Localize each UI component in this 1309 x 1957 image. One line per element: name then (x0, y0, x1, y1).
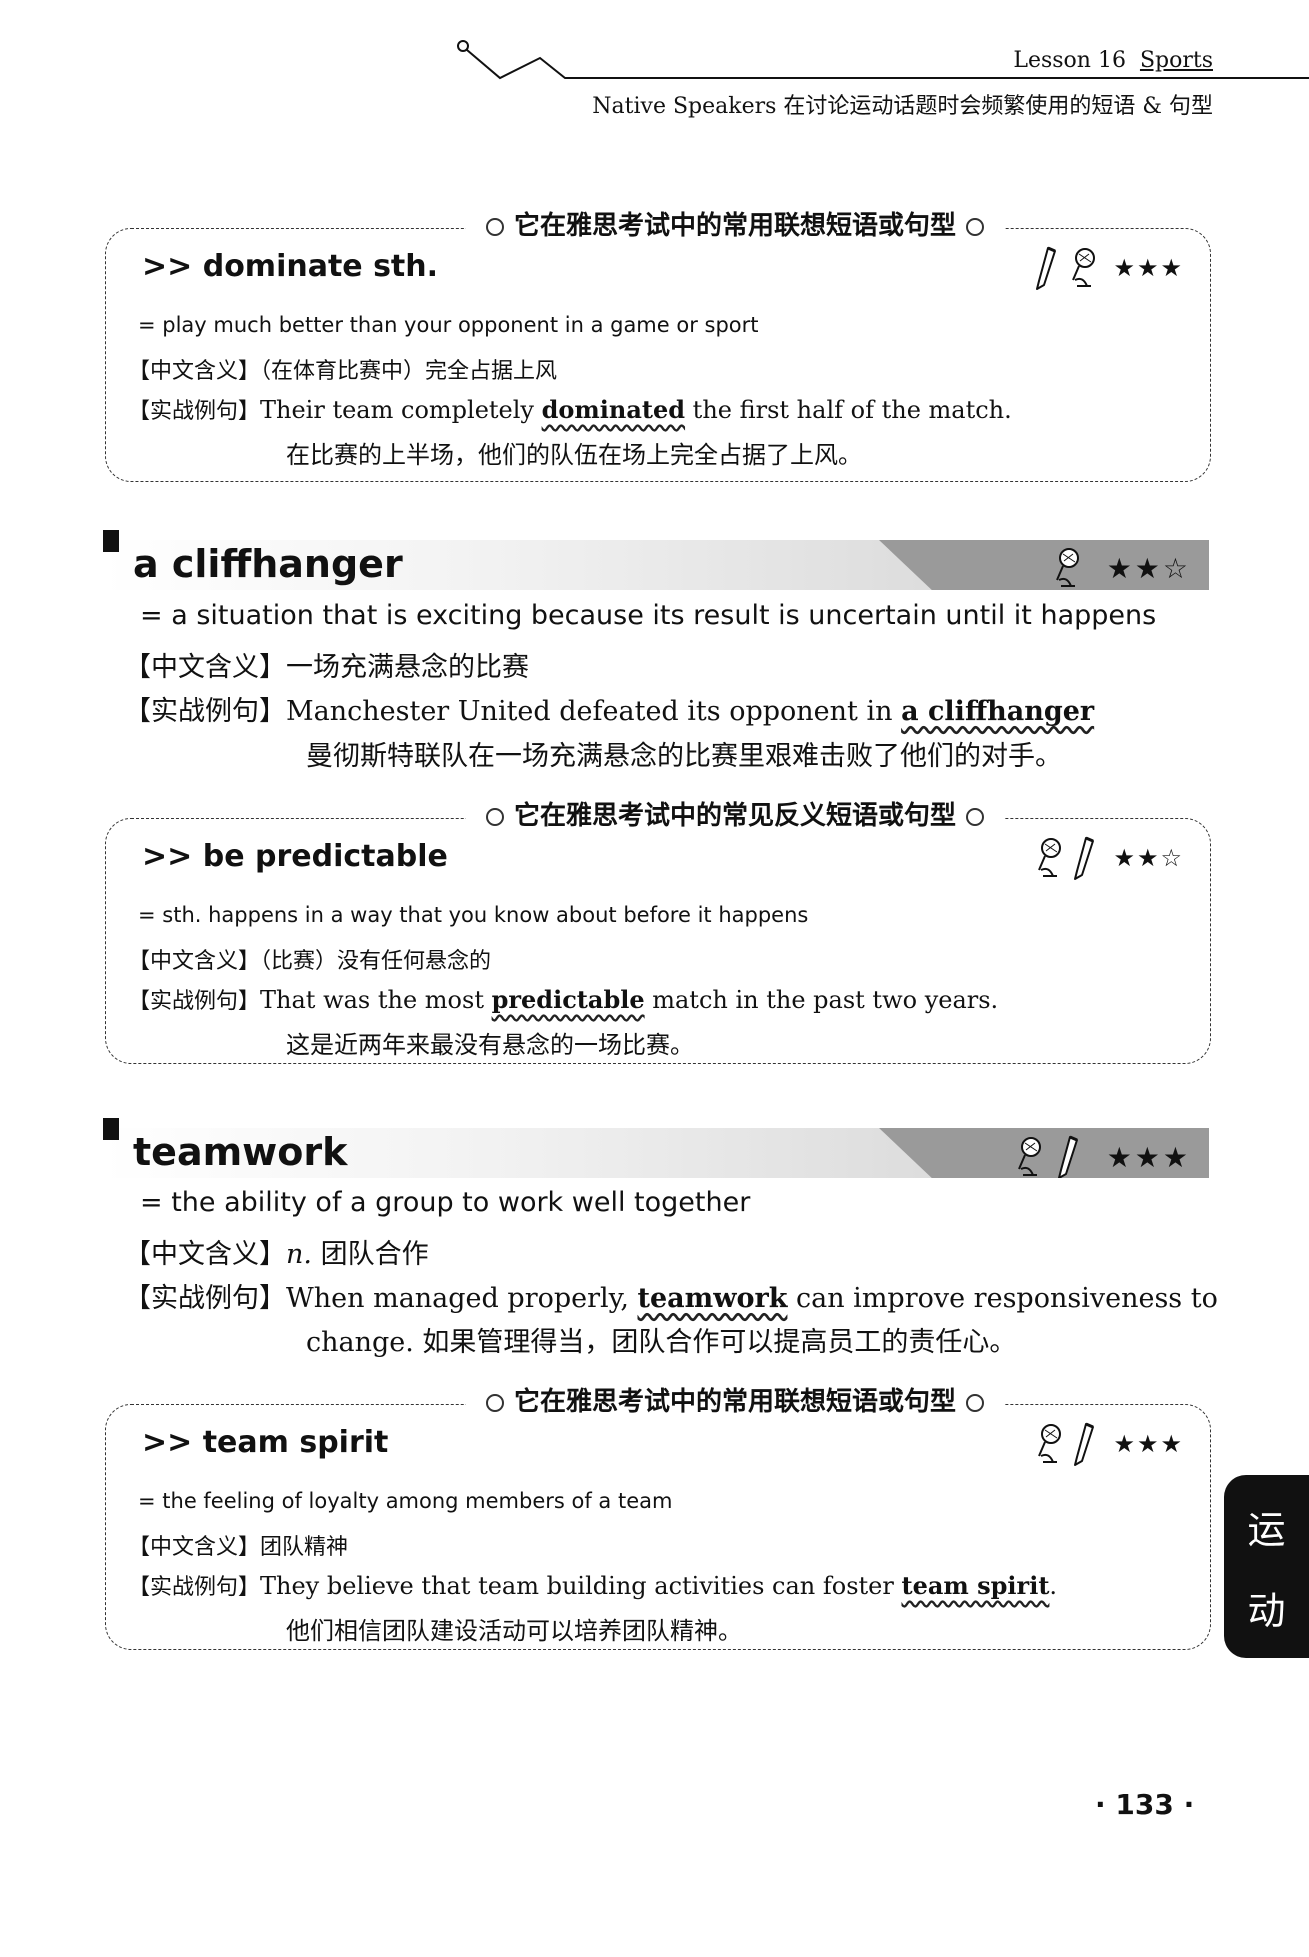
difficulty-stars: ★★★ (1106, 1140, 1191, 1174)
side-tab-char: 动 (1247, 1588, 1286, 1633)
microphone-icon (1017, 1137, 1041, 1176)
box-title: 它在雅思考试中的常见反义短语或句型 (466, 795, 1005, 832)
lesson-label: Lesson 16 Sports (1013, 48, 1213, 73)
entry-dominate-box: 它在雅思考试中的常用联想短语或句型 >> dominate sth. ★★★ =… (105, 205, 1211, 482)
example-sentence-continued: change. 如果管理得当，团队合作可以提高员工的责任心。 (306, 1327, 1017, 1358)
chinese-meaning: 【中文含义】团队精神 (128, 1535, 349, 1560)
pencil-icon (1073, 836, 1095, 881)
chinese-meaning: 【中文含义】n. 团队合作 (124, 1239, 429, 1270)
box-title: 它在雅思考试中的常用联想短语或句型 (466, 1381, 1005, 1418)
difficulty-stars: ★★☆ (1106, 551, 1191, 585)
entry-heading: teamwork (133, 1130, 348, 1174)
difficulty-stars: ★★★ (1113, 254, 1184, 282)
chinese-meaning: 【中文含义】（在体育比赛中）完全占据上风 (128, 359, 558, 384)
side-tab-char: 运 (1247, 1507, 1286, 1552)
pencil-icon (1035, 246, 1057, 291)
example-translation: 他们相信团队建设活动可以培养团队精神。 (286, 1617, 742, 1645)
entry-heading: >> team spirit (142, 1425, 389, 1460)
chinese-meaning: 【中文含义】一场充满悬念的比赛 (124, 652, 529, 683)
difficulty-stars: ★★☆ (1113, 844, 1184, 872)
entry-team-spirit-box: 它在雅思考试中的常用联想短语或句型 >> team spirit ★★★ = t… (105, 1381, 1211, 1650)
definition: = a situation that is exciting because i… (140, 600, 1157, 631)
example-sentence: 【实战例句】They believe that team building ac… (128, 1571, 1058, 1600)
part-of-speech: n. (286, 1239, 312, 1270)
microphone-icon (1072, 248, 1096, 287)
example-sentence: 【实战例句】That was the most predictable matc… (128, 985, 999, 1014)
key-phrase: team spirit (901, 1571, 1050, 1600)
entry-predictable-box: 它在雅思考试中的常见反义短语或句型 >> be predictable ★★☆ … (105, 795, 1211, 1064)
entry-heading: >> be predictable (142, 839, 448, 874)
example-sentence: 【实战例句】Manchester United defeated its opp… (124, 696, 1095, 727)
microphone-icon (1038, 838, 1062, 877)
topic-label: Sports (1139, 48, 1213, 73)
key-phrase: dominated (541, 395, 686, 424)
key-phrase: predictable (491, 985, 645, 1014)
definition: = sth. happens in a way that you know ab… (138, 903, 809, 927)
example-translation: 这是近两年来最没有悬念的一场比赛。 (286, 1031, 694, 1059)
chinese-meaning: 【中文含义】（比赛）没有任何悬念的 (128, 949, 492, 974)
definition: = play much better than your opponent in… (138, 313, 759, 337)
entry-heading: >> dominate sth. (142, 249, 439, 284)
microphone-icon (1038, 1424, 1062, 1463)
microphone-icon (1055, 548, 1079, 587)
chapter-side-tab: 运 动 (1224, 1475, 1309, 1658)
example-translation: 曼彻斯特联队在一场充满悬念的比赛里艰难击败了他们的对手。 (306, 741, 1062, 772)
entry-cliffhanger-header: a cliffhanger ★★☆ (103, 530, 1209, 590)
example-sentence: 【实战例句】When managed properly, teamwork ca… (124, 1283, 1218, 1314)
entry-teamwork-header: teamwork ★★★ (103, 1118, 1209, 1178)
entry-heading: a cliffhanger (133, 542, 403, 586)
page-number: · 133 · (1095, 1788, 1195, 1821)
definition: = the ability of a group to work well to… (140, 1187, 751, 1218)
pencil-icon (1073, 1422, 1095, 1467)
key-phrase: a cliffhanger (901, 696, 1095, 727)
box-title: 它在雅思考试中的常用联想短语或句型 (466, 205, 1005, 242)
pencil-icon (1057, 1135, 1079, 1178)
key-phrase: teamwork (637, 1283, 788, 1314)
difficulty-stars: ★★★ (1113, 1430, 1184, 1458)
example-translation: 在比赛的上半场，他们的队伍在场上完全占据了上风。 (286, 441, 862, 469)
header-subtitle: Native Speakers 在讨论运动话题时会频繁使用的短语 & 句型 (592, 94, 1213, 119)
example-sentence: 【实战例句】Their team completely dominated th… (128, 395, 1012, 424)
definition: = the feeling of loyalty among members o… (138, 1489, 673, 1513)
